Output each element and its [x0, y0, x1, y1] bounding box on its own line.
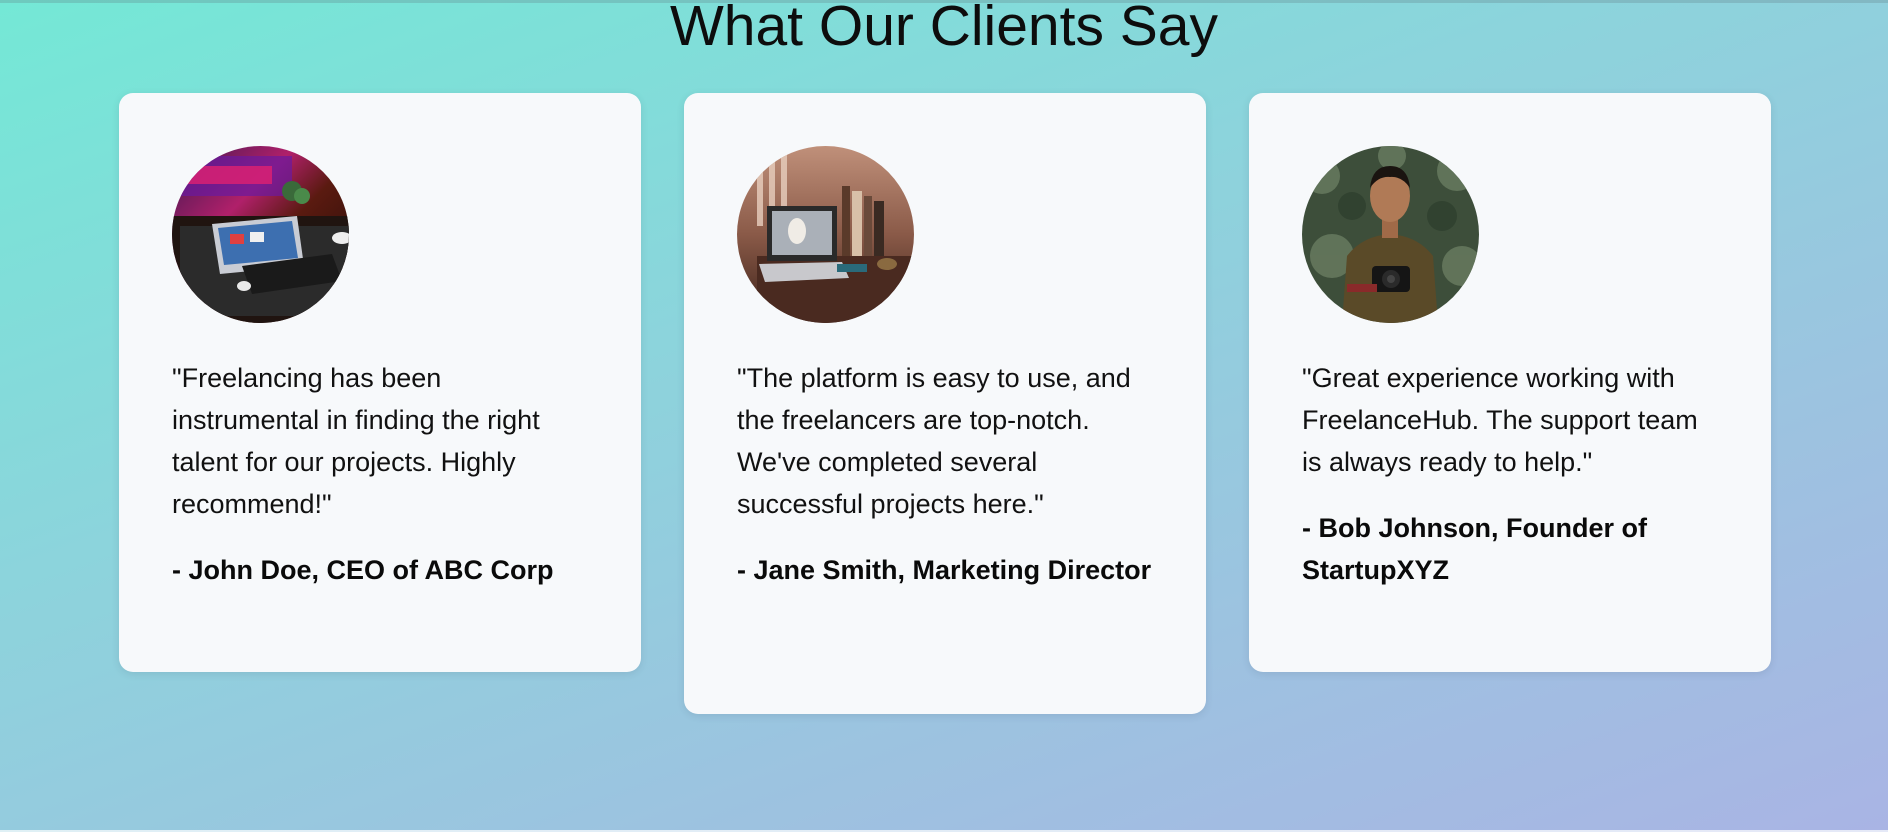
client-avatar: [1302, 146, 1479, 323]
testimonial-card: "Freelancing has been instrumental in fi…: [119, 93, 641, 672]
section-title: What Our Clients Say: [669, 0, 1218, 58]
testimonial-card: "Great experience working with Freelance…: [1249, 93, 1771, 672]
testimonial-quote: "Great experience working with Freelance…: [1302, 363, 1698, 477]
testimonial-quote: "The platform is easy to use, and the fr…: [737, 363, 1131, 519]
testimonial-quote: "Freelancing has been instrumental in fi…: [172, 363, 540, 519]
testimonial-card: "The platform is easy to use, and the fr…: [684, 93, 1206, 714]
client-avatar: [737, 146, 914, 323]
testimonial-author: - Jane Smith, Marketing Director: [737, 555, 1152, 585]
testimonial-author: - John Doe, CEO of ABC Corp: [172, 555, 554, 585]
testimonial-author: - Bob Johnson, Founder of StartupXYZ: [1302, 513, 1647, 585]
client-avatar: [172, 146, 349, 323]
